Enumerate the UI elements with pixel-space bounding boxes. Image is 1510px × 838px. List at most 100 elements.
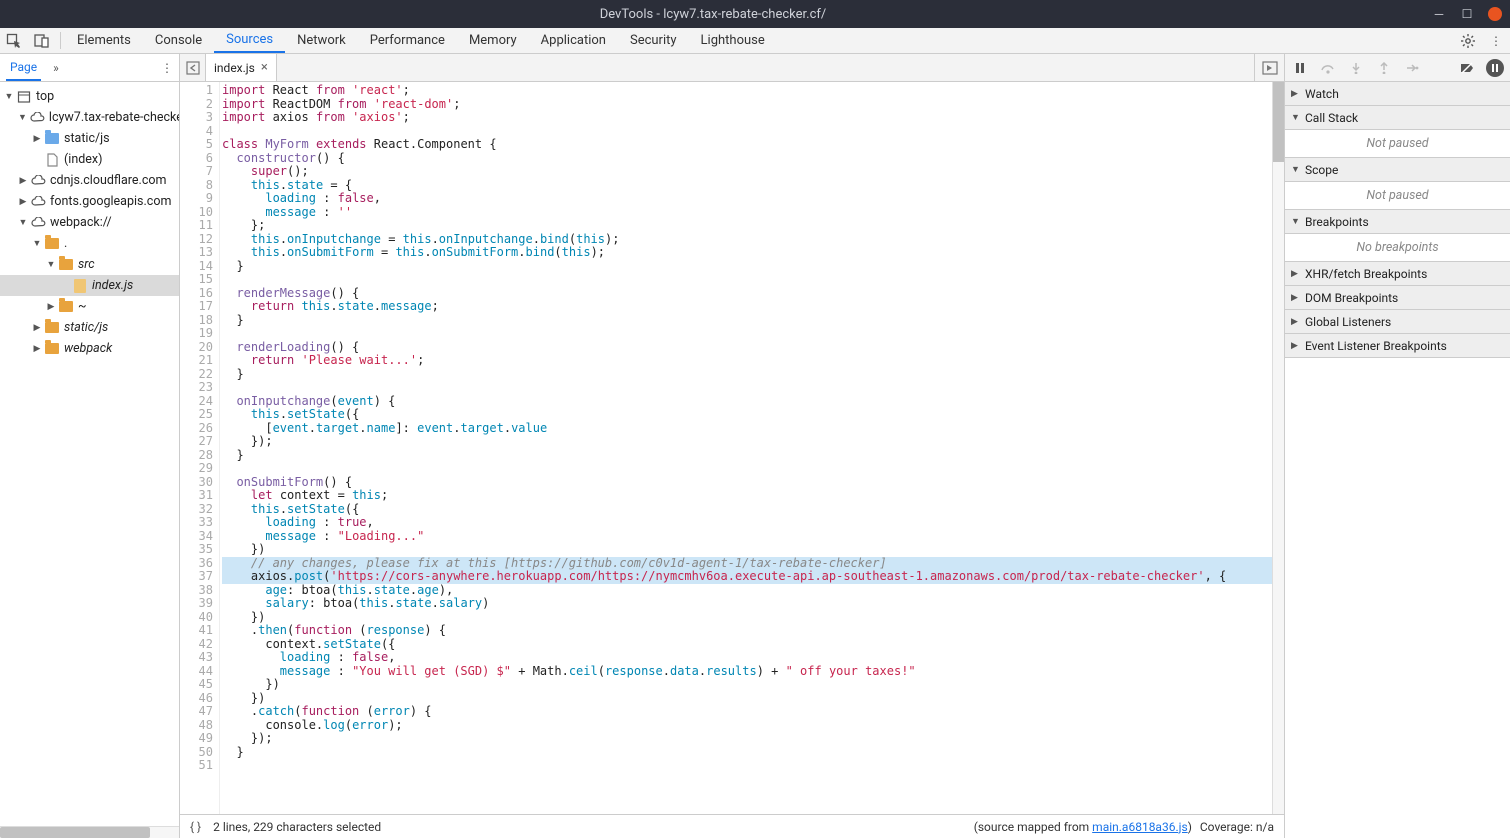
run-snippet-icon[interactable] (1254, 54, 1284, 81)
panel-tab-application[interactable]: Application (529, 28, 618, 53)
editor-panel: index.js × 12345678910111213141516171819… (180, 54, 1285, 838)
pause-on-exceptions-icon[interactable] (1486, 59, 1504, 77)
tree-item[interactable]: ▼ lcyw7.tax-rebate-checker.cf (0, 107, 179, 128)
file-yellow-icon (72, 278, 88, 294)
navigator-menu-icon[interactable]: ⋮ (161, 54, 173, 81)
folder-yellow-icon (44, 236, 60, 252)
panel-tab-sources[interactable]: Sources (214, 28, 285, 53)
section-toggle-icon[interactable]: ▶ (1291, 293, 1301, 303)
deactivate-breakpoints-icon[interactable] (1458, 59, 1476, 77)
tree-arrow-icon[interactable]: ▶ (18, 197, 28, 207)
section-toggle-icon[interactable]: ▶ (1291, 269, 1301, 279)
tree-arrow-icon[interactable]: ▶ (32, 344, 42, 354)
cloud-icon (30, 194, 46, 210)
panel-tab-network[interactable]: Network (285, 28, 358, 53)
step-into-icon[interactable] (1347, 59, 1365, 77)
section-toggle-icon[interactable]: ▶ (1291, 89, 1301, 99)
tree-item[interactable]: index.js (0, 275, 179, 296)
panel-tab-lighthouse[interactable]: Lighthouse (689, 28, 777, 53)
step-out-icon[interactable] (1375, 59, 1393, 77)
panel-tab-memory[interactable]: Memory (457, 28, 529, 53)
maximize-icon[interactable]: ☐ (1460, 7, 1474, 21)
tree-item[interactable]: ▶fonts.googleapis.com (0, 191, 179, 212)
code-area[interactable]: import React from 'react';import ReactDO… (220, 82, 1272, 814)
section-toggle-icon[interactable]: ▼ (1291, 216, 1301, 227)
folder-yellow-icon (58, 257, 74, 273)
close-tab-icon[interactable]: × (261, 60, 268, 75)
file-tab-label: index.js (214, 61, 255, 75)
debug-section-scope[interactable]: ▼Scope (1285, 158, 1510, 182)
tree-item[interactable]: ▶cdnjs.cloudflare.com (0, 170, 179, 191)
tree-arrow-icon[interactable]: ▼ (18, 217, 28, 228)
tree-arrow-icon[interactable]: ▶ (32, 134, 42, 144)
tree-arrow-icon[interactable]: ▼ (4, 91, 14, 102)
panel-tab-security[interactable]: Security (618, 28, 689, 53)
tree-arrow-icon[interactable]: ▶ (32, 323, 42, 333)
tree-item[interactable]: ▼ top (0, 86, 179, 107)
section-toggle-icon[interactable]: ▼ (1291, 112, 1301, 123)
section-title: Breakpoints (1305, 215, 1369, 229)
close-window-icon[interactable] (1488, 7, 1502, 21)
navigator-hscrollbar[interactable] (0, 826, 179, 838)
cloud-icon (30, 173, 46, 189)
debugger-toolbar (1285, 54, 1510, 82)
navigator-tab-page[interactable]: Page (6, 54, 41, 81)
tree-label: lcyw7.tax-rebate-checker.cf (49, 110, 179, 125)
pause-icon[interactable] (1291, 59, 1309, 77)
tree-item[interactable]: ▶~ (0, 296, 179, 317)
tree-arrow-icon[interactable]: ▶ (18, 176, 28, 186)
section-toggle-icon[interactable]: ▼ (1291, 164, 1301, 175)
coverage-status: Coverage: n/a (1200, 820, 1274, 834)
tree-arrow-icon[interactable]: ▼ (32, 238, 42, 249)
source-map-link[interactable]: main.a6818a36.js (1092, 820, 1188, 834)
tree-item[interactable]: ▶static/js (0, 128, 179, 149)
code-editor[interactable]: 1234567891011121314151617181920212223242… (180, 82, 1284, 814)
file-tab-indexjs[interactable]: index.js × (206, 54, 277, 81)
device-toolbar-icon[interactable] (28, 28, 56, 53)
section-body: Not paused (1285, 182, 1510, 210)
frame-icon (16, 89, 32, 105)
doc-icon (44, 152, 60, 168)
settings-icon[interactable] (1454, 28, 1482, 53)
editor-vscrollbar[interactable] (1272, 82, 1284, 814)
inspect-element-icon[interactable] (0, 28, 28, 53)
debug-section-event-listener-breakpoints[interactable]: ▶Event Listener Breakpoints (1285, 334, 1510, 358)
step-icon[interactable] (1403, 59, 1421, 77)
section-body: No breakpoints (1285, 234, 1510, 262)
minimize-icon[interactable]: ─ (1432, 7, 1446, 21)
tree-label: index.js (92, 278, 133, 293)
debug-section-call-stack[interactable]: ▼Call Stack (1285, 106, 1510, 130)
tree-label: webpack:// (50, 215, 112, 230)
tree-item[interactable]: ▼src (0, 254, 179, 275)
navigator-panel: Page » ⋮ ▼ top ▼ lcyw7.tax-rebate-checker.c… (0, 54, 180, 838)
panel-tab-console[interactable]: Console (143, 28, 214, 53)
tree-item[interactable]: ▶static/js (0, 317, 179, 338)
pretty-print-icon[interactable]: { } (190, 820, 201, 834)
debug-section-dom-breakpoints[interactable]: ▶DOM Breakpoints (1285, 286, 1510, 310)
editor-statusbar: { } 2 lines, 229 characters selected (so… (180, 814, 1284, 838)
tree-item[interactable]: ▶webpack (0, 338, 179, 359)
tree-label: (index) (64, 152, 102, 167)
panel-tab-performance[interactable]: Performance (358, 28, 457, 53)
debug-section-breakpoints[interactable]: ▼ Breakpoints (1285, 210, 1510, 234)
nav-history-icon[interactable] (180, 54, 206, 81)
tree-arrow-icon[interactable]: ▼ (18, 112, 27, 123)
debug-section-global-listeners[interactable]: ▶Global Listeners (1285, 310, 1510, 334)
debug-section-watch[interactable]: ▶ Watch (1285, 82, 1510, 106)
tree-arrow-icon[interactable]: ▶ (46, 302, 56, 312)
panel-tab-elements[interactable]: Elements (65, 28, 143, 53)
tree-item[interactable]: ▼. (0, 233, 179, 254)
section-toggle-icon[interactable]: ▶ (1291, 317, 1301, 327)
debug-section-xhr-fetch-breakpoints[interactable]: ▶XHR/fetch Breakpoints (1285, 262, 1510, 286)
section-title: Watch (1305, 87, 1339, 101)
tree-item[interactable]: (index) (0, 149, 179, 170)
section-body: Not paused (1285, 130, 1510, 158)
section-toggle-icon[interactable]: ▶ (1291, 341, 1301, 351)
tree-arrow-icon[interactable]: ▼ (46, 259, 56, 270)
navigator-more-tabs-icon[interactable]: » (51, 54, 61, 81)
file-tree[interactable]: ▼ top ▼ lcyw7.tax-rebate-checker.cf ▶static/… (0, 82, 179, 826)
tree-item[interactable]: ▼ webpack:// (0, 212, 179, 233)
step-over-icon[interactable] (1319, 59, 1337, 77)
tree-label: top (36, 89, 54, 104)
more-menu-icon[interactable]: ⋮ (1482, 28, 1510, 53)
